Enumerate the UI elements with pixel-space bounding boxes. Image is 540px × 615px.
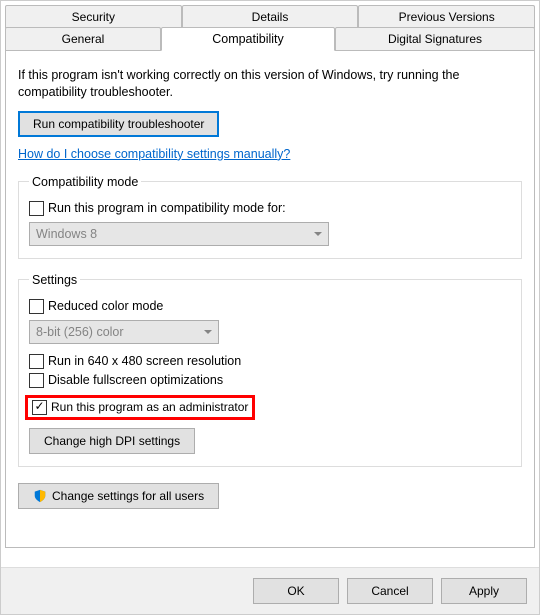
dialog-footer: OK Cancel Apply [1, 567, 539, 614]
compatibility-mode-group: Compatibility mode Run this program in c… [18, 175, 522, 259]
run-as-admin-label: Run this program as an administrator [51, 400, 248, 414]
color-mode-dropdown[interactable]: 8-bit (256) color [29, 320, 219, 344]
res-640-checkbox[interactable] [29, 354, 44, 369]
manual-settings-link[interactable]: How do I choose compatibility settings m… [18, 147, 290, 161]
compatibility-mode-legend: Compatibility mode [29, 175, 141, 189]
compat-mode-selected: Windows 8 [36, 227, 97, 241]
chevron-down-icon [204, 330, 212, 334]
chevron-down-icon [314, 232, 322, 236]
reduced-color-label: Reduced color mode [48, 299, 163, 313]
ok-button[interactable]: OK [253, 578, 339, 604]
tab-compatibility[interactable]: Compatibility [161, 27, 335, 51]
tab-digital-signatures[interactable]: Digital Signatures [335, 27, 535, 51]
compat-mode-dropdown[interactable]: Windows 8 [29, 222, 329, 246]
tab-strip: Security Details Previous Versions Gener… [5, 5, 535, 51]
disable-fullscreen-checkbox[interactable] [29, 373, 44, 388]
change-all-users-button[interactable]: Change settings for all users [18, 483, 219, 509]
cancel-button[interactable]: Cancel [347, 578, 433, 604]
shield-icon [33, 489, 47, 503]
intro-text: If this program isn't working correctly … [18, 67, 522, 101]
apply-button[interactable]: Apply [441, 578, 527, 604]
tab-details[interactable]: Details [182, 5, 359, 28]
settings-group: Settings Reduced color mode 8-bit (256) … [18, 273, 522, 467]
run-troubleshooter-button[interactable]: Run compatibility troubleshooter [18, 111, 219, 137]
change-dpi-button[interactable]: Change high DPI settings [29, 428, 195, 454]
disable-fullscreen-label: Disable fullscreen optimizations [48, 373, 223, 387]
change-all-users-label: Change settings for all users [52, 489, 204, 503]
settings-legend: Settings [29, 273, 80, 287]
compat-mode-label: Run this program in compatibility mode f… [48, 201, 286, 215]
tab-security[interactable]: Security [5, 5, 182, 28]
res-640-label: Run in 640 x 480 screen resolution [48, 354, 241, 368]
run-as-admin-highlight: Run this program as an administrator [25, 395, 255, 420]
tab-previous-versions[interactable]: Previous Versions [358, 5, 535, 28]
properties-dialog: Security Details Previous Versions Gener… [0, 0, 540, 615]
run-as-admin-checkbox[interactable] [32, 400, 47, 415]
color-mode-selected: 8-bit (256) color [36, 325, 124, 339]
reduced-color-checkbox[interactable] [29, 299, 44, 314]
compatibility-panel: If this program isn't working correctly … [5, 50, 535, 548]
tab-general[interactable]: General [5, 27, 161, 51]
compat-mode-checkbox[interactable] [29, 201, 44, 216]
